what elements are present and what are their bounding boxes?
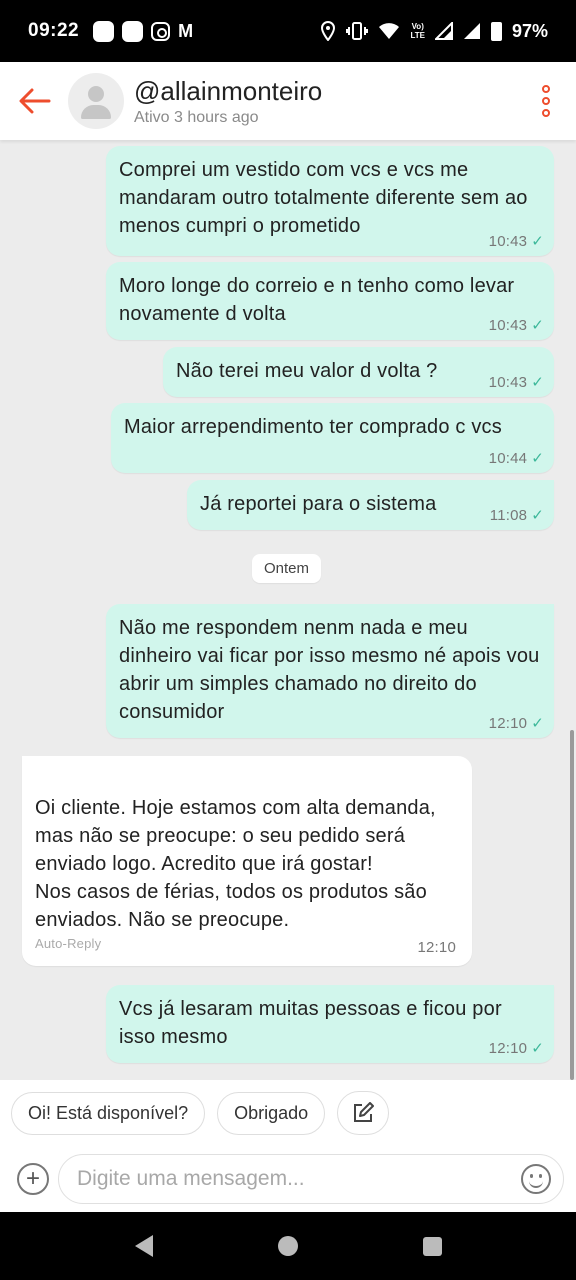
message-bubble-outgoing[interactable]: Já reportei para o sistema 11:08 ✓ <box>187 480 554 530</box>
message-meta: 12:10 ✓ <box>489 1041 544 1057</box>
edit-quick-replies-button[interactable] <box>337 1091 390 1135</box>
message-time: 12:10 <box>488 1040 528 1057</box>
vibrate-icon <box>346 22 369 40</box>
status-bar: 09:22 M Vo) LTE 97% <box>0 0 576 62</box>
message-time: 12:10 <box>417 939 456 956</box>
read-check-icon: ✓ <box>531 507 544 524</box>
message-bubble-outgoing[interactable]: Vcs já lesaram muitas pessoas e ficou po… <box>106 985 554 1063</box>
dot <box>542 85 550 93</box>
app-notification-icon <box>122 20 144 42</box>
back-button[interactable] <box>0 62 70 140</box>
message-bubble-incoming[interactable]: Oi cliente. Hoje estamos com alta demand… <box>22 756 472 966</box>
message-time: 10:44 <box>488 450 528 467</box>
wifi-icon <box>379 23 400 39</box>
battery-icon <box>490 21 502 41</box>
nav-recents-icon[interactable] <box>422 1236 442 1256</box>
quick-reply-chip[interactable]: Oi! Está disponível? <box>11 1091 206 1135</box>
add-attachment-button[interactable]: + <box>17 1163 49 1195</box>
date-divider: Ontem <box>252 554 322 583</box>
signal-icon <box>434 22 453 40</box>
edit-icon <box>354 1102 375 1122</box>
message-text: Oi cliente. Hoje estamos com alta demand… <box>35 797 436 931</box>
message-input[interactable] <box>77 1167 497 1191</box>
message-bubble-outgoing[interactable]: Comprei um vestido com vcs e vcs me mand… <box>106 146 554 256</box>
message-time: 11:08 <box>489 507 528 524</box>
message-bubble-outgoing[interactable]: Não me respondem nenm nada e meu dinheir… <box>106 604 554 738</box>
read-check-icon: ✓ <box>531 233 544 250</box>
dot <box>542 109 550 117</box>
notification-icons: M <box>93 20 194 42</box>
username: @allainmonteiro <box>134 76 323 106</box>
system-nav-bar <box>0 1212 576 1280</box>
message-bubble-outgoing[interactable]: Maior arrependimento ter comprado c vcs … <box>111 403 554 473</box>
more-options-button[interactable] <box>542 85 550 117</box>
auto-reply-label: Auto-Reply <box>35 936 102 951</box>
scrollbar[interactable] <box>570 730 574 1080</box>
last-seen: Ativo 3 hours ago <box>134 109 259 126</box>
message-meta: 10:44 ✓ <box>489 451 544 467</box>
quick-reply-chip[interactable]: Obrigado <box>217 1091 326 1135</box>
signal-icon <box>463 23 480 39</box>
message-text: Moro longe do correio e n tenho como lev… <box>119 275 515 325</box>
message-time: 10:43 <box>488 374 528 391</box>
message-bubble-outgoing[interactable]: Moro longe do correio e n tenho como lev… <box>106 262 554 340</box>
read-check-icon: ✓ <box>531 374 544 391</box>
message-text: Não terei meu valor d volta ? <box>176 360 438 382</box>
message-time: 10:43 <box>488 233 528 250</box>
message-meta: 10:43 ✓ <box>489 375 544 391</box>
avatar[interactable] <box>68 73 124 129</box>
message-input-wrapper[interactable] <box>58 1154 564 1204</box>
composer: + <box>0 1146 576 1212</box>
message-text: Comprei um vestido com vcs e vcs me mand… <box>119 159 528 237</box>
message-time: 10:43 <box>488 317 528 334</box>
chat-area[interactable]: Comprei um vestido com vcs e vcs me mand… <box>0 140 576 1080</box>
message-text: Não me respondem nenm nada e meu dinheir… <box>119 617 540 723</box>
message-time: 12:10 <box>488 715 528 732</box>
read-check-icon: ✓ <box>531 1040 544 1057</box>
instagram-icon <box>151 21 171 41</box>
app-notification-icon <box>93 20 115 42</box>
chat-header: @allainmonteiro Ativo 3 hours ago <box>0 62 576 140</box>
message-meta: 10:43 ✓ <box>489 234 544 250</box>
battery-level: 97% <box>511 20 548 41</box>
volte-icon: Vo) LTE <box>410 22 425 40</box>
dot <box>542 97 550 105</box>
system-icons: Vo) LTE 97% <box>320 21 548 42</box>
contact-info[interactable]: @allainmonteiro Ativo 3 hours ago <box>134 75 322 127</box>
status-time: 09:22 <box>28 20 80 41</box>
message-meta: 10:43 ✓ <box>489 318 544 334</box>
read-check-icon: ✓ <box>531 450 544 467</box>
plus-icon: + <box>25 1165 40 1192</box>
gmail-icon: M <box>178 21 194 41</box>
location-icon <box>321 21 336 41</box>
back-arrow-icon <box>19 88 51 114</box>
message-bubble-outgoing[interactable]: Não terei meu valor d volta ? 10:43 ✓ <box>163 347 554 397</box>
quick-replies: Oi! Está disponível? Obrigado <box>0 1080 576 1146</box>
read-check-icon: ✓ <box>531 317 544 334</box>
emoji-icon[interactable] <box>521 1164 551 1194</box>
message-text: Maior arrependimento ter comprado c vcs <box>124 416 502 438</box>
read-check-icon: ✓ <box>531 715 544 732</box>
nav-back-icon[interactable] <box>134 1235 153 1257</box>
message-meta: 11:08 ✓ <box>490 508 544 524</box>
message-text: Vcs já lesaram muitas pessoas e ficou po… <box>119 998 502 1048</box>
message-meta: 12:10 ✓ <box>489 716 544 732</box>
message-meta: 12:10 <box>417 940 456 956</box>
nav-home-icon[interactable] <box>277 1236 298 1256</box>
message-text: Já reportei para o sistema <box>200 493 437 515</box>
